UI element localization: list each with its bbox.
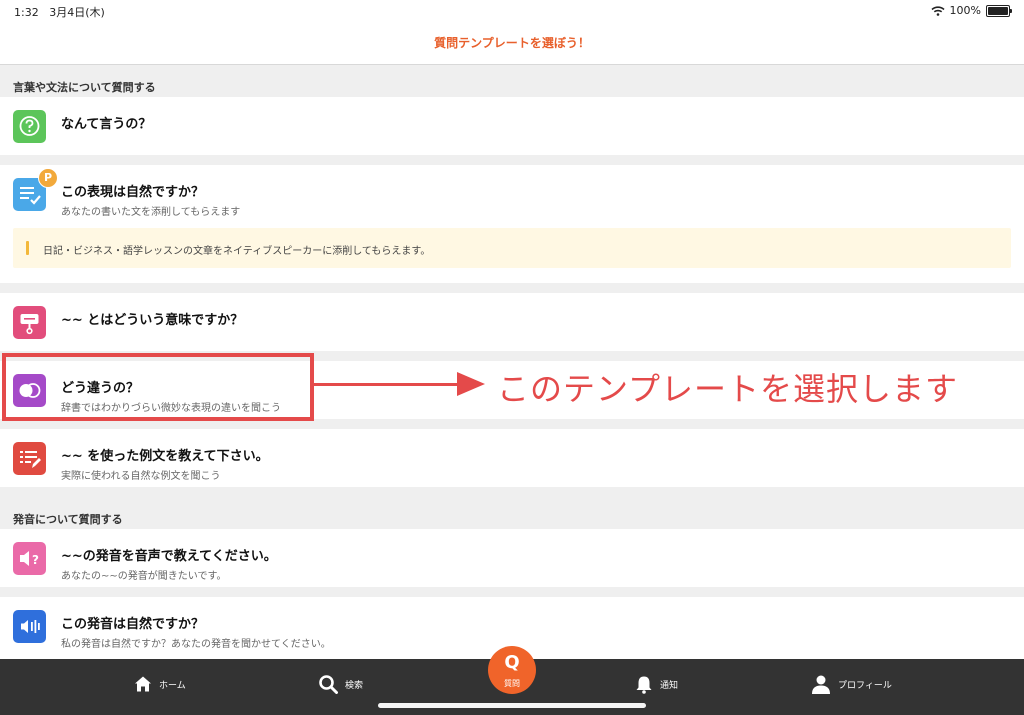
template-row-example-sentence[interactable]: ~~ を使った例文を教えて下さい。 実際に使われる自然な例文を聞こう	[0, 429, 1024, 487]
question-bubble-icon	[13, 110, 46, 143]
search-icon	[319, 675, 338, 694]
wifi-icon	[931, 5, 945, 16]
tab-label: ホーム	[159, 680, 186, 691]
question-button[interactable]: Q 質問	[488, 646, 536, 694]
svg-text:?: ?	[32, 553, 39, 567]
tab-label: プロフィール	[838, 680, 892, 691]
annotation-text: このテンプレートを選択します	[497, 370, 959, 408]
question-button-label: 質問	[504, 679, 520, 688]
signpost-icon	[13, 306, 46, 339]
template-title: ~~ を使った例文を教えて下さい。	[61, 449, 269, 464]
battery-icon	[986, 4, 1012, 17]
list-pencil-icon	[13, 442, 46, 475]
template-row-how-to-say[interactable]: なんて言うの？	[0, 97, 1024, 155]
status-bar: 1:32 3月4日(木) 100%	[0, 0, 1024, 22]
date: 3月4日(木)	[49, 6, 105, 19]
template-title: この表現は自然ですか？	[61, 185, 205, 200]
notice-accent-bar	[26, 241, 29, 255]
notice-box: 日記・ビジネス・語学レッスンの文章をネイティブスピーカーに添削してもらえます。	[13, 228, 1011, 268]
template-title: この発音は自然ですか？	[61, 617, 205, 632]
template-subtitle: あなたの~~の発音が聞きたいです。	[61, 571, 227, 582]
template-title: ~~の発音を音声で教えてください。	[61, 549, 277, 564]
tab-profile[interactable]: プロフィール	[811, 672, 892, 696]
speaker-question-icon: ?	[13, 542, 46, 575]
status-right: 100%	[931, 4, 1012, 17]
annotation-arrow-head	[457, 372, 485, 396]
template-subtitle: 実際に使われる自然な例文を聞こう	[61, 471, 221, 482]
highlight-frame	[2, 353, 314, 421]
tab-notifications[interactable]: 通知	[635, 672, 678, 696]
template-row-meaning[interactable]: ~~ とはどういう意味ですか？	[0, 293, 1024, 351]
profile-icon	[812, 675, 830, 694]
section-header-grammar: 言葉や文法について質問する	[13, 81, 156, 94]
template-row-pronunciation-audio[interactable]: ? ~~の発音を音声で教えてください。 あなたの~~の発音が聞きたいです。	[0, 529, 1024, 587]
premium-badge: P	[38, 168, 58, 188]
home-icon	[135, 676, 151, 692]
tab-label: 検索	[345, 680, 364, 691]
question-q-icon: Q	[504, 652, 520, 673]
speaker-sound-icon	[13, 610, 46, 643]
tab-search[interactable]: 検索	[318, 672, 363, 696]
template-subtitle: あなたの書いた文を添削してもらえます	[61, 207, 241, 218]
clock: 1:32	[14, 6, 39, 19]
template-title: なんて言うの？	[61, 117, 152, 132]
section-header-pronunciation: 発音について質問する	[13, 513, 123, 526]
status-time: 1:32 3月4日(木)	[14, 4, 105, 20]
template-title: ~~ とはどういう意味ですか？	[61, 313, 244, 328]
tab-home[interactable]: ホーム	[134, 672, 186, 696]
annotation-arrow	[314, 383, 460, 386]
template-subtitle: 私の発音は自然ですか？あなたの発音を聞かせてください。	[61, 639, 331, 650]
battery-percent: 100%	[949, 4, 981, 17]
bell-icon	[636, 676, 652, 694]
home-indicator[interactable]	[378, 703, 646, 708]
notice-text: 日記・ビジネス・語学レッスンの文章をネイティブスピーカーに添削してもらえます。	[43, 246, 431, 257]
page-title: 質問テンプレートを選ぼう！	[0, 22, 1024, 65]
tab-label: 通知	[660, 680, 679, 691]
